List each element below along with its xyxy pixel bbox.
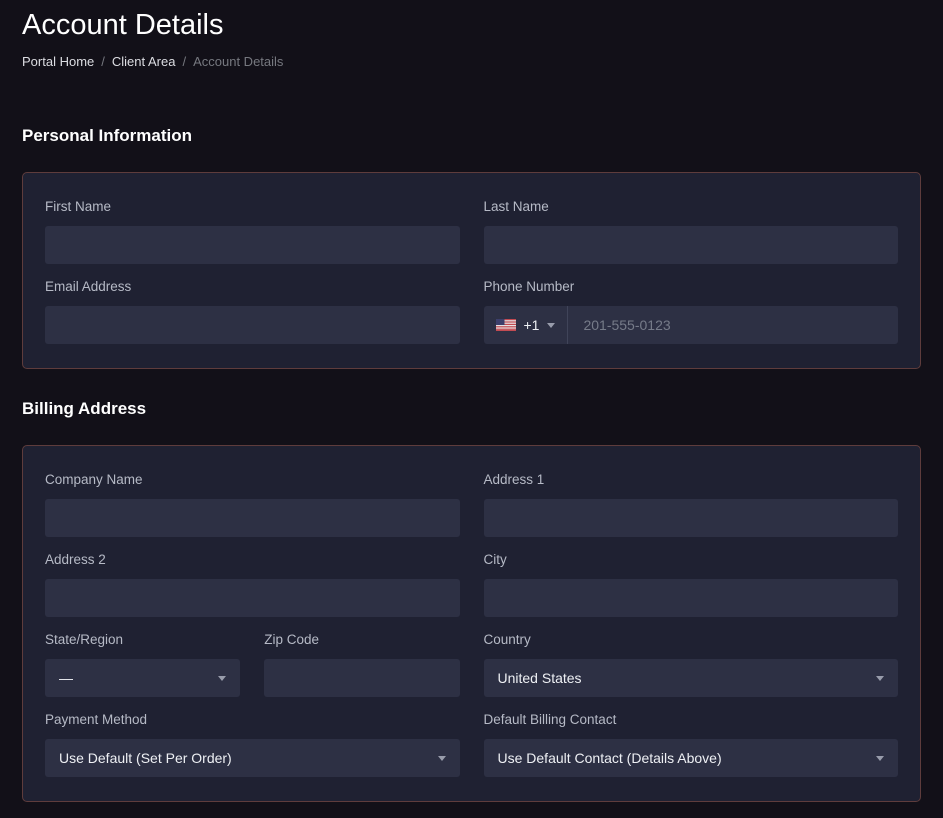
billing-contact-selected-value: Use Default Contact (Details Above): [498, 750, 722, 766]
billing-contact-label: Default Billing Contact: [484, 712, 899, 728]
email-label: Email Address: [45, 279, 460, 295]
first-name-label: First Name: [45, 199, 460, 215]
company-name-field-group: Company Name: [45, 472, 460, 537]
zip-label: Zip Code: [264, 632, 459, 648]
chevron-down-icon: [218, 676, 226, 681]
zip-field-group: Zip Code: [264, 632, 459, 697]
billing-address-heading: Billing Address: [22, 399, 921, 419]
breadcrumb: Portal Home / Client Area / Account Deta…: [22, 55, 921, 69]
state-zip-row: State/Region — Zip Code: [45, 632, 460, 697]
state-field-group: State/Region —: [45, 632, 240, 697]
payment-method-selected-value: Use Default (Set Per Order): [59, 750, 232, 766]
company-name-input[interactable]: [45, 499, 460, 537]
phone-country-select[interactable]: +1: [484, 306, 569, 344]
email-input[interactable]: [45, 306, 460, 344]
address1-input[interactable]: [484, 499, 899, 537]
payment-method-select[interactable]: Use Default (Set Per Order): [45, 739, 460, 777]
chevron-down-icon: [876, 676, 884, 681]
breadcrumb-portal-home[interactable]: Portal Home: [22, 55, 94, 69]
last-name-input[interactable]: [484, 226, 899, 264]
company-name-label: Company Name: [45, 472, 460, 488]
city-input[interactable]: [484, 579, 899, 617]
city-label: City: [484, 552, 899, 568]
payment-method-label: Payment Method: [45, 712, 460, 728]
country-selected-value: United States: [498, 670, 582, 686]
address2-input[interactable]: [45, 579, 460, 617]
personal-information-panel: First Name Last Name Email Address Phone…: [22, 172, 921, 369]
address2-label: Address 2: [45, 552, 460, 568]
phone-number-input[interactable]: [568, 306, 898, 344]
page-header: Account Details Portal Home / Client Are…: [22, 8, 921, 69]
billing-address-section: Billing Address Company Name Address 1 A…: [22, 399, 921, 802]
first-name-input[interactable]: [45, 226, 460, 264]
breadcrumb-current-page: Account Details: [193, 55, 283, 69]
address1-label: Address 1: [484, 472, 899, 488]
city-field-group: City: [484, 552, 899, 617]
billing-address-panel: Company Name Address 1 Address 2 City St…: [22, 445, 921, 802]
email-field-group: Email Address: [45, 279, 460, 344]
last-name-label: Last Name: [484, 199, 899, 215]
country-select[interactable]: United States: [484, 659, 899, 697]
last-name-field-group: Last Name: [484, 199, 899, 264]
state-select[interactable]: —: [45, 659, 240, 697]
breadcrumb-separator: /: [101, 55, 105, 69]
page-title: Account Details: [22, 8, 921, 42]
payment-method-field-group: Payment Method Use Default (Set Per Orde…: [45, 712, 460, 777]
personal-information-section: Personal Information First Name Last Nam…: [22, 126, 921, 369]
chevron-down-icon: [438, 756, 446, 761]
country-field-group: Country United States: [484, 632, 899, 697]
first-name-field-group: First Name: [45, 199, 460, 264]
phone-field-group: Phone Number: [484, 279, 899, 344]
phone-input-group: +1: [484, 306, 899, 344]
breadcrumb-client-area[interactable]: Client Area: [112, 55, 176, 69]
us-flag-icon: [496, 319, 516, 331]
phone-label: Phone Number: [484, 279, 899, 295]
zip-input[interactable]: [264, 659, 459, 697]
state-selected-value: —: [59, 670, 73, 686]
personal-information-heading: Personal Information: [22, 126, 921, 146]
chevron-down-icon: [547, 323, 555, 328]
phone-dial-code: +1: [524, 317, 540, 333]
breadcrumb-separator: /: [182, 55, 186, 69]
state-label: State/Region: [45, 632, 240, 648]
billing-contact-field-group: Default Billing Contact Use Default Cont…: [484, 712, 899, 777]
address1-field-group: Address 1: [484, 472, 899, 537]
address2-field-group: Address 2: [45, 552, 460, 617]
billing-contact-select[interactable]: Use Default Contact (Details Above): [484, 739, 899, 777]
country-label: Country: [484, 632, 899, 648]
chevron-down-icon: [876, 756, 884, 761]
